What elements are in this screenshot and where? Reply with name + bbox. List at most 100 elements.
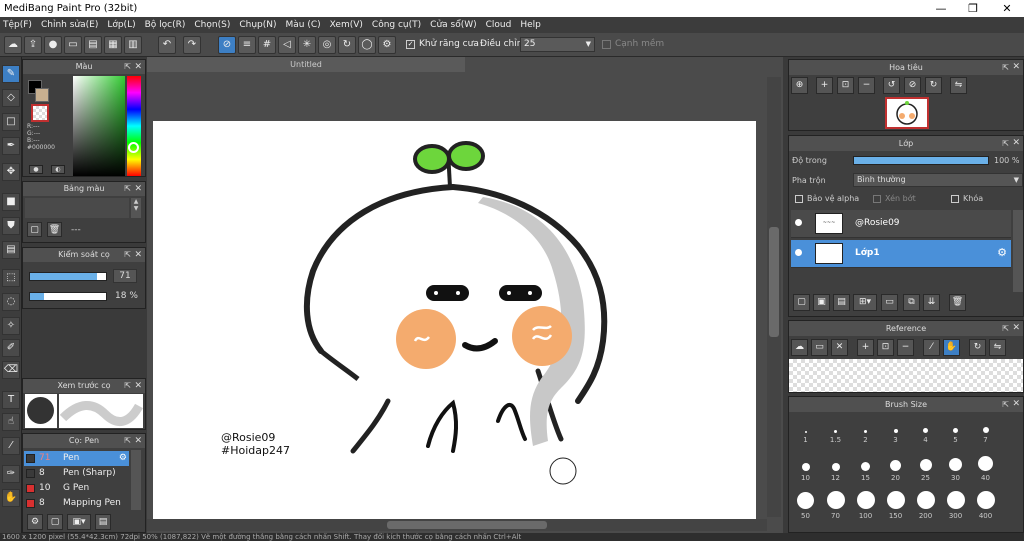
settings-snap-icon[interactable]: ⚙ [378, 36, 396, 54]
ref-cloud-icon[interactable]: ☁ [791, 339, 808, 356]
magic-wand-tool-icon[interactable]: ✧ [2, 317, 20, 335]
secondary-color-swatch[interactable] [35, 88, 49, 102]
brush-list-item[interactable]: 8 Pen (Sharp) [24, 466, 129, 481]
delete-layer-icon[interactable]: 🗑 [949, 294, 966, 311]
select-eraser-tool-icon[interactable]: ⌫ [2, 361, 20, 379]
gradient-tool-icon[interactable]: ▤ [2, 241, 20, 259]
menu-file[interactable]: Tệp(F) [0, 17, 38, 33]
layer-add-menu-icon[interactable]: ⊞▾ [853, 294, 877, 311]
brush-list-item[interactable]: 8 Mapping Pen [24, 496, 129, 511]
vanish-snap-icon[interactable]: ◁ [278, 36, 296, 54]
brush-props-icon[interactable]: ▤ [95, 514, 111, 530]
move-tool-icon[interactable]: ✥ [2, 163, 20, 181]
menu-cloud[interactable]: Cloud [483, 17, 518, 33]
grid-icon[interactable]: ▦ [104, 36, 122, 54]
fit-window-icon[interactable]: ⊡ [837, 77, 854, 94]
brush-size-option[interactable]: 12 [821, 453, 850, 489]
brush-size-option[interactable]: 300 [941, 491, 970, 527]
close-icon[interactable]: ✕ [134, 60, 142, 74]
close-icon[interactable]: ✕ [1012, 60, 1020, 75]
brush-size-option[interactable]: 200 [911, 491, 940, 527]
close-icon[interactable]: ✕ [1012, 321, 1020, 336]
flip-icon[interactable]: ⇋ [950, 77, 967, 94]
document-tab[interactable]: Untitled [147, 57, 465, 72]
brush-size-option[interactable]: 4 [911, 415, 940, 451]
new-halftone-layer-icon[interactable]: ▣ [813, 294, 830, 311]
close-button[interactable]: ✕ [992, 0, 1022, 17]
ref-open-icon[interactable]: ▭ [811, 339, 828, 356]
page-icon[interactable]: ▤ [84, 36, 102, 54]
visibility-icon[interactable] [795, 249, 802, 256]
close-icon[interactable]: ✕ [1012, 397, 1020, 412]
hue-handle[interactable] [128, 142, 139, 153]
brush-size-option[interactable]: 25 [911, 453, 940, 489]
visibility-icon[interactable] [795, 219, 802, 226]
color-square[interactable] [73, 76, 125, 176]
menu-view[interactable]: Xem(V) [327, 17, 369, 33]
zoom-fit-icon[interactable]: ⊕ [791, 77, 808, 94]
cloud-icon[interactable]: ☁ [4, 36, 22, 54]
ref-eyedropper-icon[interactable]: ⁄ [923, 339, 940, 356]
layer-scrollbar[interactable] [1013, 210, 1023, 292]
navigator-thumbnail[interactable] [885, 97, 929, 129]
duplicate-layer-icon[interactable]: ⧉ [903, 294, 920, 311]
rectangle-tool-icon[interactable]: □ [2, 113, 20, 131]
ref-hand-icon[interactable]: ✋ [943, 339, 960, 356]
eraser-tool-icon[interactable]: ◇ [2, 89, 20, 107]
ellipse-snap-icon[interactable]: ◯ [358, 36, 376, 54]
brush-list-item[interactable]: 71 Pen ⚙ [24, 451, 129, 466]
menu-snap[interactable]: Chụp(N) [236, 17, 282, 33]
merge-layer-icon[interactable]: ⇊ [923, 294, 940, 311]
blend-select[interactable]: Bình thường ▼ [853, 173, 1023, 187]
vertical-scroll-thumb[interactable] [769, 227, 779, 337]
close-icon[interactable]: ✕ [134, 248, 142, 262]
comment-icon[interactable]: ● [44, 36, 62, 54]
gear-icon[interactable]: ⚙ [997, 246, 1007, 259]
select-tool-icon[interactable]: ⬚ [2, 269, 20, 287]
ref-flip-icon[interactable]: ⇋ [989, 339, 1006, 356]
adjust-select[interactable]: 25 ▼ [520, 37, 595, 52]
zoom-out-icon[interactable]: − [858, 77, 875, 94]
palette-scrollbar[interactable]: ▲ ▼ [131, 198, 141, 218]
menu-window[interactable]: Cửa sổ(W) [427, 17, 482, 33]
menu-help[interactable]: Help [517, 17, 547, 33]
circle-snap-icon[interactable]: ◎ [318, 36, 336, 54]
cross-snap-icon[interactable]: # [258, 36, 276, 54]
fill-rect-tool-icon[interactable]: ■ [2, 193, 20, 211]
add-brush-icon[interactable]: ▣▾ [67, 514, 91, 530]
close-icon[interactable]: ✕ [1012, 136, 1020, 151]
brush-size-slider[interactable] [29, 272, 107, 281]
close-icon[interactable]: ✕ [134, 182, 142, 196]
bucket-tool-icon[interactable]: ⛊ [2, 217, 20, 235]
brush-size-option[interactable]: 400 [971, 491, 1000, 527]
brush-size-option[interactable]: 70 [821, 491, 850, 527]
brush-size-option[interactable]: 40 [971, 453, 1000, 489]
rotate-reset-icon[interactable]: ⊘ [904, 77, 921, 94]
brush-size-option[interactable]: 2 [851, 415, 880, 451]
menu-color[interactable]: Màu (C) [283, 17, 327, 33]
operation-tool-icon[interactable]: ☝ [2, 413, 20, 431]
brush-size-option[interactable]: 5 [941, 415, 970, 451]
brush-list-scrollbar[interactable] [131, 450, 141, 510]
redo-icon[interactable]: ↷ [183, 36, 201, 54]
rotate-right-icon[interactable]: ↻ [925, 77, 942, 94]
upload-icon[interactable]: ⇪ [24, 36, 42, 54]
brush-tool-icon[interactable]: ✎ [2, 65, 20, 83]
clipping-checkbox[interactable] [873, 195, 881, 203]
close-icon[interactable]: ✕ [134, 434, 142, 448]
antialias-checkbox[interactable]: ✓ [406, 40, 415, 49]
layer-row[interactable]: ~~~ @Rosie09 [791, 210, 1011, 238]
menu-select[interactable]: Chọn(S) [191, 17, 236, 33]
brush-list-item[interactable]: 10 G Pen [24, 481, 129, 496]
vertical-scrollbar[interactable] [767, 77, 781, 517]
brush-settings-icon[interactable]: ⚙ [27, 514, 43, 530]
new-brush-icon[interactable]: ▢ [47, 514, 63, 530]
layer-row[interactable]: Lớp1 ⚙ [791, 240, 1011, 268]
parallel-snap-icon[interactable]: ≡ [238, 36, 256, 54]
delete-palette-icon[interactable]: 🗑 [47, 222, 62, 237]
rotate-left-icon[interactable]: ↺ [883, 77, 900, 94]
dropper-tool-icon[interactable]: ✑ [2, 465, 20, 483]
lasso-tool-icon[interactable]: ◌ [2, 293, 20, 311]
brush-size-option[interactable]: 50 [791, 491, 820, 527]
hue-slider[interactable] [127, 76, 141, 176]
